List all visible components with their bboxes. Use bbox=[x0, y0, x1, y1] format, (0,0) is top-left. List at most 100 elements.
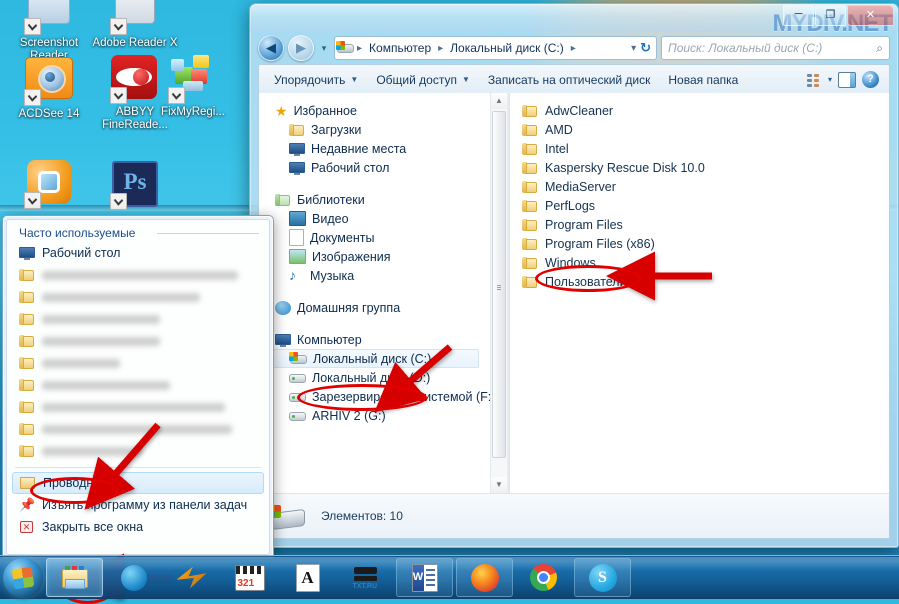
file-row[interactable]: PerfLogs bbox=[522, 196, 889, 215]
jumplist-recent-item[interactable] bbox=[7, 308, 269, 330]
nav-item-documents[interactable]: Документы bbox=[259, 228, 507, 247]
taskbar-button-skype[interactable]: S bbox=[574, 558, 631, 597]
preview-pane-icon[interactable] bbox=[838, 71, 856, 88]
explorer-window[interactable]: MYDIV.NET ─ ❐ ✕ ◀ ▶ ▾ ▸ Компьютер ▸ Лока… bbox=[249, 3, 899, 548]
search-input[interactable]: Поиск: Локальный диск (C:) ⌕ bbox=[661, 36, 890, 60]
taskbar-button-ccleaner[interactable] bbox=[106, 559, 161, 596]
jumplist-item-unpin[interactable]: 📌 Изъять программу из панели задач bbox=[7, 494, 269, 516]
file-row[interactable]: Kaspersky Rescue Disk 10.0 bbox=[522, 158, 889, 177]
nav-item-label: Локальный диск (D:) bbox=[312, 370, 431, 385]
nav-item-pictures[interactable]: Изображения bbox=[259, 247, 507, 266]
desktop-icon-vmware[interactable] bbox=[6, 158, 92, 211]
music-icon: ♪ bbox=[289, 267, 296, 283]
navigation-tree[interactable]: ★ Избранное Загрузки Недавние места Рабо… bbox=[259, 93, 507, 425]
nav-item-desktop[interactable]: Рабочий стол bbox=[259, 158, 507, 177]
help-icon[interactable]: ? bbox=[862, 71, 879, 88]
file-row[interactable]: Intel bbox=[522, 139, 889, 158]
explorer-toolbar[interactable]: Упорядочить ▼ Общий доступ ▼ Записать на… bbox=[258, 64, 890, 94]
start-button[interactable] bbox=[3, 557, 43, 598]
jumplist-recent-item[interactable] bbox=[7, 286, 269, 308]
jumplist-tasks[interactable]: Проводник 📌 Изъять программу из панели з… bbox=[7, 472, 269, 542]
folder-icon bbox=[19, 422, 35, 437]
file-list[interactable]: AdwCleaner AMD Intel Kaspersky Rescue Di… bbox=[510, 93, 889, 291]
maximize-button[interactable]: ❐ bbox=[815, 5, 846, 26]
taskbar[interactable]: 321 A TXT.RU W S bbox=[0, 555, 899, 599]
address-row[interactable]: ◀ ▶ ▾ ▸ Компьютер ▸ Локальный диск (C:) … bbox=[258, 35, 890, 61]
folder-icon bbox=[19, 444, 35, 459]
jumplist-item-close-all[interactable]: ✕ Закрыть все окна bbox=[7, 516, 269, 538]
window-controls[interactable]: ─ ❐ ✕ bbox=[783, 5, 894, 26]
jumplist-recent-items[interactable] bbox=[7, 264, 269, 462]
desktop-icon-adobe-reader[interactable]: Adobe Reader X bbox=[92, 0, 178, 50]
nav-item-downloads[interactable]: Загрузки bbox=[259, 120, 507, 139]
taskbar-jumplist[interactable]: Часто используемые Рабочий стол Проводни… bbox=[2, 215, 274, 559]
file-row[interactable]: AMD bbox=[522, 120, 889, 139]
jumplist-header-rule bbox=[157, 233, 259, 234]
history-dropdown-icon[interactable]: ▾ bbox=[318, 43, 330, 54]
folder-icon bbox=[522, 275, 538, 289]
nav-item-local-disk-c[interactable]: Локальный диск (C:) bbox=[259, 349, 479, 368]
view-mode-icon[interactable] bbox=[806, 73, 822, 87]
forward-button[interactable]: ▶ bbox=[288, 35, 314, 61]
refresh-icon[interactable]: ↻ bbox=[640, 40, 651, 56]
jumplist-item-proovodnik[interactable]: Проводник bbox=[12, 472, 264, 494]
nav-item-arhiv2-g[interactable]: ARHIV 2 (G:) bbox=[259, 406, 507, 425]
file-row[interactable]: Пользователи bbox=[522, 272, 889, 291]
nav-group-computer[interactable]: Компьютер bbox=[259, 330, 507, 349]
jumplist-recent-item[interactable] bbox=[7, 418, 269, 440]
nav-item-video[interactable]: Видео bbox=[259, 209, 507, 228]
file-row[interactable]: Program Files bbox=[522, 215, 889, 234]
nav-item-local-disk-d[interactable]: Локальный диск (D:) bbox=[259, 368, 507, 387]
window-titlebar[interactable]: MYDIV.NET ─ ❐ ✕ bbox=[250, 4, 898, 37]
nav-group-libraries[interactable]: Библиотеки bbox=[259, 190, 507, 209]
scroll-up-arrow-icon[interactable]: ▲ bbox=[491, 93, 507, 109]
address-dropdown-icon[interactable]: ▾ bbox=[631, 43, 636, 54]
taskbar-button-media-player-classic[interactable]: 321 bbox=[222, 559, 277, 596]
new-folder-button[interactable]: Новая папка bbox=[659, 69, 747, 91]
file-row[interactable]: Program Files (x86) bbox=[522, 234, 889, 253]
photoshop-icon: Ps bbox=[110, 161, 159, 210]
address-bar[interactable]: ▸ Компьютер ▸ Локальный диск (C:) ▸ ▾ ↻ bbox=[334, 36, 657, 60]
nav-group-favorites[interactable]: ★ Избранное bbox=[259, 101, 507, 120]
taskbar-button-firefox[interactable] bbox=[456, 558, 513, 597]
navigation-scrollbar[interactable]: ▲ ▼ bbox=[490, 93, 507, 493]
file-row[interactable]: MediaServer bbox=[522, 177, 889, 196]
jumplist-recent-item[interactable] bbox=[7, 330, 269, 352]
breadcrumb-computer[interactable]: Компьютер bbox=[365, 39, 435, 57]
navigation-pane[interactable]: ★ Избранное Загрузки Недавние места Рабо… bbox=[259, 93, 507, 493]
desktop-icon-photoshop[interactable]: Ps bbox=[92, 158, 178, 212]
burn-button[interactable]: Записать на оптический диск bbox=[479, 69, 660, 91]
nav-item-recent-places[interactable]: Недавние места bbox=[259, 139, 507, 158]
nav-item-system-reserved-f[interactable]: Зарезервировано системой (F:) bbox=[259, 387, 507, 406]
taskbar-button-abbyy[interactable]: A bbox=[280, 559, 335, 596]
breadcrumb-local-disk-c[interactable]: Локальный диск (C:) bbox=[446, 39, 568, 57]
jumplist-recent-item[interactable] bbox=[7, 352, 269, 374]
jumplist-recent-item[interactable] bbox=[7, 264, 269, 286]
view-chevron-down-icon[interactable]: ▾ bbox=[828, 75, 832, 84]
file-row[interactable]: AdwCleaner bbox=[522, 101, 889, 120]
taskbar-button-explorer[interactable] bbox=[46, 558, 103, 597]
file-row-windows[interactable]: Windows bbox=[522, 253, 889, 272]
minimize-button[interactable]: ─ bbox=[783, 5, 814, 26]
taskbar-button-txtru[interactable]: TXT.RU bbox=[338, 559, 393, 596]
organize-button[interactable]: Упорядочить ▼ bbox=[265, 69, 367, 91]
jumplist-recent-item[interactable] bbox=[7, 440, 269, 462]
file-name: Kaspersky Rescue Disk 10.0 bbox=[545, 160, 705, 175]
desktop-icon-fixmyregistry[interactable]: FixMyRegi... bbox=[150, 53, 236, 119]
nav-group-homegroup[interactable]: Домашняя группа bbox=[259, 298, 507, 317]
share-button[interactable]: Общий доступ ▼ bbox=[367, 69, 479, 91]
file-list-pane[interactable]: AdwCleaner AMD Intel Kaspersky Rescue Di… bbox=[510, 93, 889, 493]
taskbar-button-word[interactable]: W bbox=[396, 558, 453, 597]
jumplist-item-desktop[interactable]: Рабочий стол bbox=[7, 242, 269, 264]
back-button[interactable]: ◀ bbox=[258, 35, 284, 61]
jumplist-recent-item[interactable] bbox=[7, 396, 269, 418]
desktop-icon-acdsee[interactable]: ACDSee 14 bbox=[6, 53, 92, 121]
scrollbar-thumb[interactable] bbox=[492, 111, 506, 458]
nav-item-music[interactable]: ♪ Музыка bbox=[259, 266, 507, 285]
close-button[interactable]: ✕ bbox=[847, 5, 894, 26]
scroll-down-arrow-icon[interactable]: ▼ bbox=[491, 477, 507, 493]
libraries-icon bbox=[275, 193, 291, 207]
jumplist-recent-item[interactable] bbox=[7, 374, 269, 396]
taskbar-button-winamp[interactable] bbox=[164, 559, 219, 596]
taskbar-button-chrome[interactable] bbox=[516, 559, 571, 596]
